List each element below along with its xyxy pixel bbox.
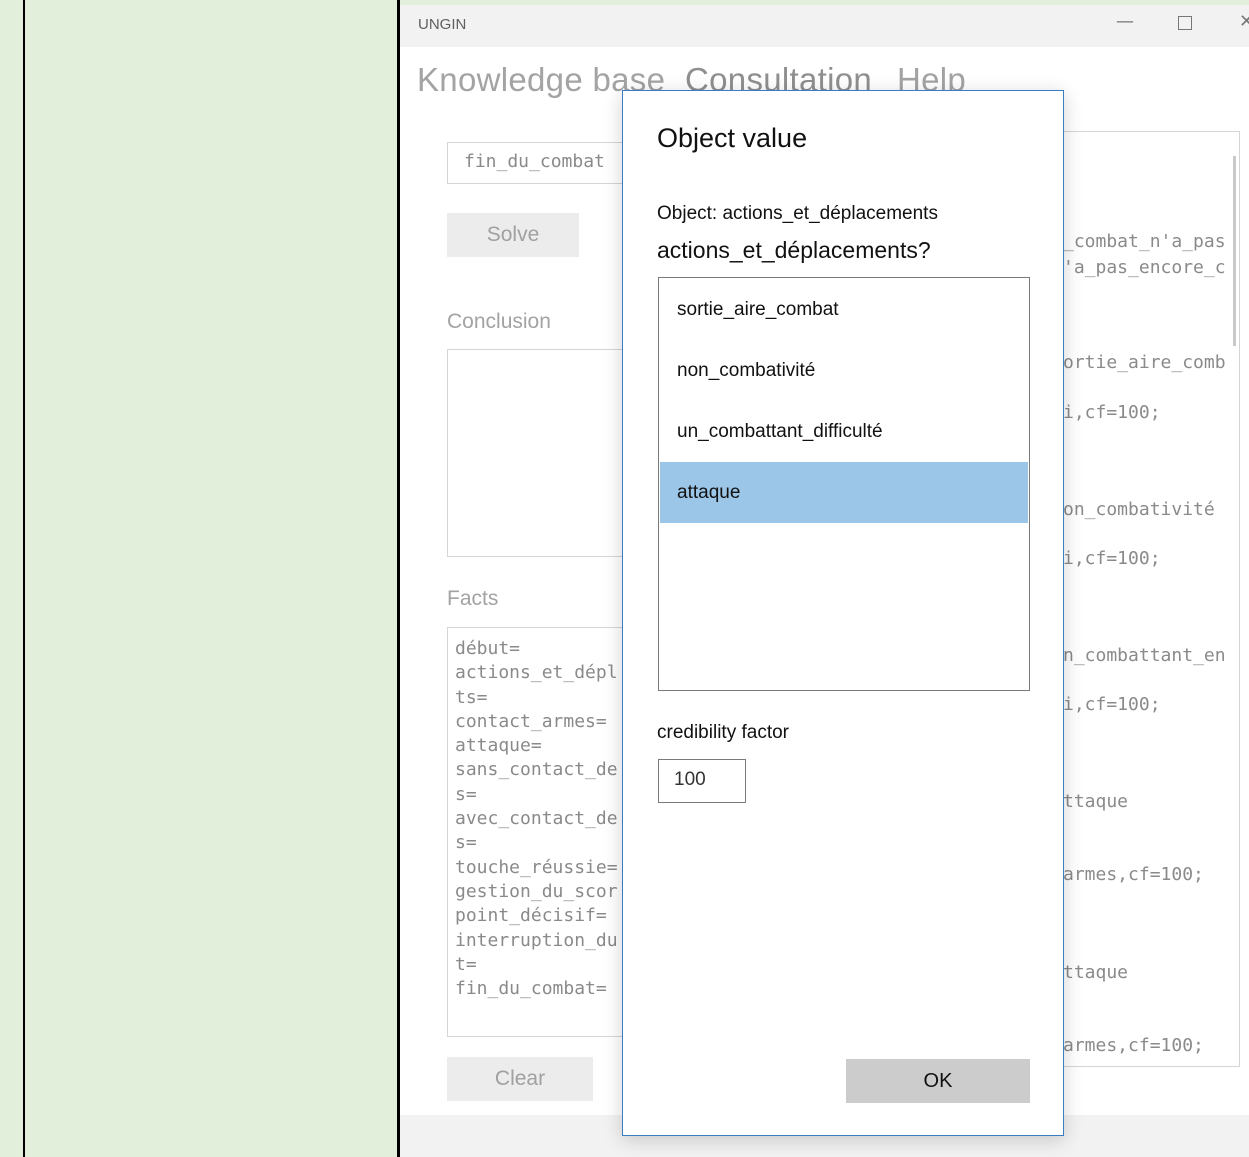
fact-line: attaque= (455, 735, 542, 757)
rule-line: armes,cf=100; (1063, 864, 1204, 885)
fact-line: sans_contact_de (455, 759, 618, 781)
fact-line: s= (455, 783, 477, 805)
conclusion-label: Conclusion (447, 310, 551, 333)
fact-line: point_décisif= (455, 905, 607, 927)
fact-line: début= (455, 638, 521, 659)
credibility-factor-input[interactable]: 100 (658, 759, 746, 803)
rules-panel[interactable]: _combat_n'a_pas 'a_pas_encore_c ortie_ai… (1060, 131, 1240, 1067)
fact-line: fin_du_combat= (455, 978, 607, 1000)
rule-line: ttaque (1063, 791, 1129, 812)
rule-line: on_combativité (1063, 499, 1215, 520)
fact-line: interruption_du (455, 929, 618, 951)
rule-line: ortie_aire_comb (1063, 352, 1226, 373)
close-button[interactable]: ✕ (1239, 11, 1249, 32)
ok-button[interactable]: OK (846, 1059, 1030, 1103)
list-item[interactable]: sortie_aire_combat (660, 279, 1028, 340)
rule-line: 'a_pas_encore_c (1063, 257, 1226, 278)
clear-button[interactable]: Clear (447, 1057, 593, 1101)
left-border-line (23, 0, 25, 1157)
fact-line: avec_contact_de (455, 808, 618, 830)
fact-line: actions_et_dépl (455, 662, 618, 684)
rule-line: i,cf=100; (1063, 402, 1161, 423)
fact-line: contact_armes= (455, 710, 607, 732)
value-listbox[interactable]: sortie_aire_combat non_combativité un_co… (658, 277, 1030, 691)
list-item-selected[interactable]: attaque (660, 462, 1028, 523)
facts-label: Facts (447, 587, 499, 610)
rule-line: ttaque (1063, 962, 1129, 983)
rule-line: _combat_n'a_pas (1063, 231, 1226, 252)
fact-line: t= (455, 953, 477, 975)
fact-line: touche_réussie= (455, 856, 618, 878)
rule-line: i,cf=100; (1063, 694, 1161, 715)
rule-line: armes,cf=100; (1063, 1035, 1204, 1056)
dialog-question: actions_et_déplacements? (657, 237, 931, 263)
rule-line: n_combattant_en (1063, 645, 1226, 666)
window-title: UNGIN (418, 16, 467, 33)
goal-input[interactable]: fin_du_combat (447, 142, 647, 184)
rules-scrollbar[interactable] (1233, 156, 1236, 346)
title-bar: UNGIN — ✕ (400, 5, 1249, 47)
list-item[interactable]: non_combativité (660, 340, 1028, 401)
dialog-object-line: Object: actions_et_déplacements (657, 203, 938, 224)
fact-line: s= (455, 832, 477, 854)
credibility-factor-label: credibility factor (657, 722, 789, 743)
conclusion-box[interactable] (447, 349, 647, 557)
solve-button[interactable]: Solve (447, 213, 579, 257)
maximize-button[interactable] (1178, 16, 1192, 30)
rule-line: i,cf=100; (1063, 548, 1161, 569)
minimize-button[interactable]: — (1116, 11, 1134, 32)
list-item[interactable]: un_combattant_difficulté (660, 401, 1028, 462)
fact-line: ts= (455, 686, 488, 708)
object-value-dialog: Object value Object: actions_et_déplacem… (622, 90, 1064, 1136)
fact-line: gestion_du_scor (455, 880, 618, 902)
dialog-title: Object value (657, 123, 808, 153)
facts-box[interactable]: début= actions_et_dépl ts= contact_armes… (447, 627, 647, 1037)
